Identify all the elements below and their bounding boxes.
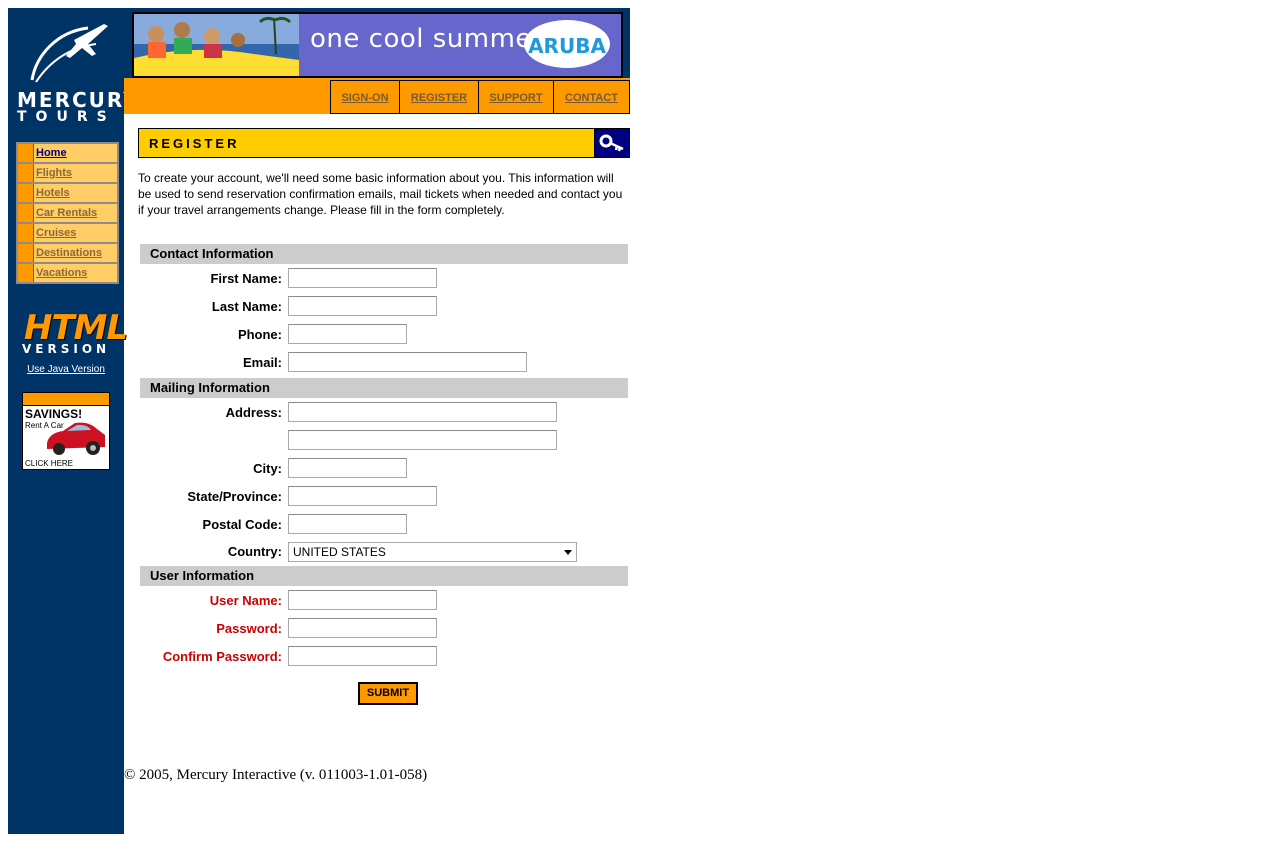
first-name-label: First Name: xyxy=(210,271,282,286)
sidebar-item-label[interactable]: Flights xyxy=(34,164,117,182)
sidebar-item-hotels[interactable]: Hotels xyxy=(18,184,117,202)
menu-bullet xyxy=(18,224,34,242)
sidebar-item-label[interactable]: Cruises xyxy=(34,224,117,242)
sidebar-item-flights[interactable]: Flights xyxy=(18,164,117,182)
sidebar-menu: Home Flights Hotels Car Rentals Cruises … xyxy=(16,142,119,284)
confirm-password-field[interactable] xyxy=(288,646,437,666)
submit-button[interactable]: SUBMIT xyxy=(358,682,418,705)
section-contact: Contact Information xyxy=(140,244,628,264)
contact-link[interactable]: CONTACT xyxy=(553,80,630,114)
red-car-icon xyxy=(47,422,105,455)
key-icon xyxy=(599,134,624,152)
email-field[interactable] xyxy=(288,352,527,372)
menu-bullet xyxy=(18,264,34,282)
ad-top-bar xyxy=(23,393,109,406)
password-field[interactable] xyxy=(288,618,437,638)
page-title: REGISTER xyxy=(138,128,596,158)
beach-photo xyxy=(134,14,299,76)
top-navigation: SIGN-ON REGISTER SUPPORT CONTACT xyxy=(124,78,630,114)
last-name-field[interactable] xyxy=(288,296,437,316)
support-link[interactable]: SUPPORT xyxy=(478,80,553,114)
city-label: City: xyxy=(253,461,282,476)
email-label: Email: xyxy=(242,355,282,370)
state-field[interactable] xyxy=(288,486,437,506)
sidebar-item-label[interactable]: Hotels xyxy=(34,184,117,202)
header: one cool summer ARUBA xyxy=(124,8,630,78)
intro-text: To create your account, we'll need some … xyxy=(138,171,623,217)
last-name-label: Last Name: xyxy=(211,299,282,314)
airplane-icon xyxy=(30,24,108,83)
phone-field[interactable] xyxy=(288,324,407,344)
signon-link[interactable]: SIGN-ON xyxy=(330,80,399,114)
postal-code-field[interactable] xyxy=(288,514,407,534)
state-label: State/Province: xyxy=(187,489,282,504)
menu-bullet xyxy=(18,184,34,202)
menu-bullet xyxy=(18,244,34,262)
address-line2-field[interactable] xyxy=(288,430,557,450)
key-icon-box xyxy=(594,128,630,158)
section-title: User Information xyxy=(150,568,255,583)
car-rental-ad[interactable]: SAVINGS! Rent A Car CLICK HERE xyxy=(22,392,110,470)
sidebar-item-label[interactable]: Destinations xyxy=(34,244,117,262)
username-field[interactable] xyxy=(288,590,437,610)
country-selected-value: UNITED STATES xyxy=(293,545,386,559)
address-label: Address: xyxy=(225,405,282,420)
copyright-footer: © 2005, Mercury Interactive (v. 011003-1… xyxy=(124,767,428,783)
html-badge-sub: VERSION xyxy=(22,342,111,356)
confirm-password-label: Confirm Password: xyxy=(162,649,282,664)
section-mailing: Mailing Information xyxy=(140,378,628,398)
aruba-logo-text: ARUBA xyxy=(528,34,606,58)
html-version-badge: HTML VERSION xyxy=(20,304,128,358)
register-link[interactable]: REGISTER xyxy=(399,80,478,114)
banner-slogan: one cool summer xyxy=(310,24,544,54)
username-label: User Name: xyxy=(209,593,282,608)
sidebar-item-label[interactable]: Car Rentals xyxy=(34,204,117,222)
password-label: Password: xyxy=(216,621,282,636)
menu-bullet xyxy=(18,164,34,182)
sidebar-item-car-rentals[interactable]: Car Rentals xyxy=(18,204,117,222)
brand-line2: TOURS xyxy=(17,109,116,125)
phone-label: Phone: xyxy=(237,327,282,342)
sidebar-item-cruises[interactable]: Cruises xyxy=(18,224,117,242)
country-select[interactable]: UNITED STATES xyxy=(288,542,577,562)
postal-code-label: Postal Code: xyxy=(202,517,282,532)
dropdown-arrow-icon xyxy=(564,550,572,555)
aruba-banner[interactable]: one cool summer ARUBA xyxy=(132,12,623,78)
aruba-logo: ARUBA xyxy=(524,20,610,68)
section-title: Mailing Information xyxy=(150,380,270,395)
mercury-tours-logo[interactable]: MERCURY TOURS xyxy=(8,8,138,138)
city-field[interactable] xyxy=(288,458,407,478)
sidebar-item-label[interactable]: Home xyxy=(34,144,117,162)
first-name-field[interactable] xyxy=(288,268,437,288)
country-label: Country: xyxy=(227,544,282,559)
sidebar-item-destinations[interactable]: Destinations xyxy=(18,244,117,262)
menu-bullet xyxy=(18,204,34,222)
page-title-text: REGISTER xyxy=(149,136,240,151)
ad-cta: CLICK HERE xyxy=(25,459,74,468)
menu-bullet xyxy=(18,144,34,162)
left-sidebar: MERCURY TOURS Home Flights Hotels Car Re… xyxy=(8,8,138,834)
address-line1-field[interactable] xyxy=(288,402,557,422)
section-title: Contact Information xyxy=(150,246,274,261)
section-user: User Information xyxy=(140,566,628,586)
sidebar-item-home[interactable]: Home xyxy=(18,144,117,162)
